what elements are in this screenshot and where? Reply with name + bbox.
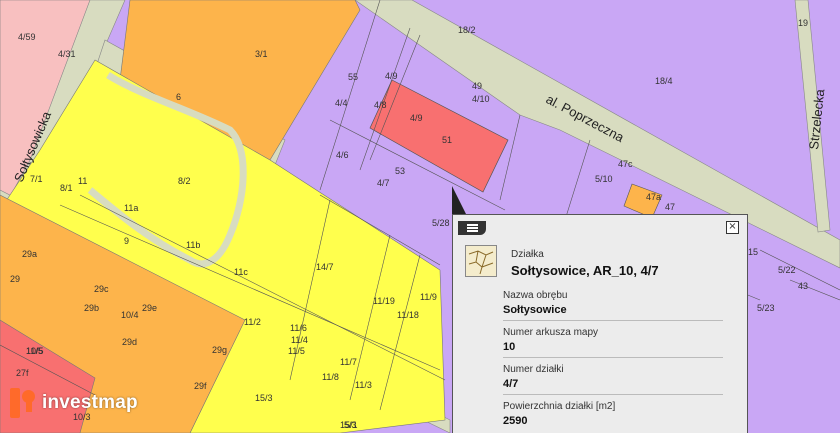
parcel-label: 43 [798,281,808,291]
parcel-map-icon [465,245,497,277]
parcel-label: 11/3 [355,380,372,390]
parcel-label: 8/2 [178,176,191,186]
parcel-label: 4/6 [336,150,349,160]
field-arkusz: Numer arkusza mapy 10 [503,321,723,358]
parcel-label: 11/6 [290,323,307,333]
logo-text: investmap [42,392,138,413]
field-label: Numer działki [503,364,564,375]
popup-header: × [453,215,747,239]
parcel-label: 5/10 [595,174,613,184]
popup-content[interactable]: Działka Sołtysowice, AR_10, 4/7 Nazwa ob… [453,239,747,433]
field-label: Powierzchnia działki [m2] [503,401,616,412]
parcel-label: 15/3 [255,393,273,403]
logo-icon [10,388,36,418]
parcel-label: 4/8 [374,100,387,110]
popup-title-block: Działka Sołtysowice, AR_10, 4/7 [453,239,747,284]
popup-title: Sołtysowice, AR_10, 4/7 [511,263,659,278]
field-value: 2590 [503,415,528,427]
parcel-info-popup: × Działka Sołtysowice, AR_10, 4/7 Nazwa … [452,214,748,433]
parcel-label: 4/59 [18,32,36,42]
parcel-label: 4/10 [472,94,490,104]
field-numer: Numer działki 4/7 [503,358,723,395]
parcel-label: 18/4 [655,76,673,86]
parcel-label: 4/9 [410,113,423,123]
parcel-label: 11/18 [397,310,419,320]
parcel-label: 19 [798,18,808,28]
field-powierzchnia: Powierzchnia działki [m2] 2590 [503,395,723,431]
parcel-label: 5/23 [757,303,775,313]
parcel-label: 47a [646,192,661,202]
field-value: 4/7 [503,378,519,390]
parcel-label: 5/3 [344,420,357,430]
field-value: 10 [503,341,516,353]
parcel-label: 11c [234,267,248,277]
parcel-label: 53 [395,166,405,176]
parcel-label: 29g [212,345,227,355]
parcel-label: 29e [142,303,157,313]
list-icon[interactable] [458,221,486,235]
parcel-label: 11/2 [244,317,261,327]
parcel-label: 18/2 [458,25,476,35]
parcel-label: 8/1 [60,183,73,193]
parcel-label: 29a [22,249,37,259]
parcel-label: 11/8 [322,372,339,382]
parcel-label: 3/1 [255,49,268,59]
parcel-label: 10/4 [121,310,139,320]
close-button[interactable]: × [726,221,739,234]
parcel-label: 15 [748,247,758,257]
parcel-label: 9 [124,236,129,246]
field-label: Nazwa obrębu [503,290,568,301]
parcel-label: 29d [122,337,137,347]
field-value: Sołtysowice [503,304,567,316]
parcel-label: 5/22 [778,265,796,275]
parcel-label: 11/9 [420,292,437,302]
field-obreb: Nazwa obrębu Sołtysowice [503,284,723,321]
parcel-label: 11/19 [373,296,395,306]
popup-pointer [452,186,466,214]
parcel-label: 4/7 [377,178,390,188]
parcel-label: 5/28 [432,218,450,228]
parcel-label: 29c [94,284,109,294]
parcel-label: 11/5 [288,346,305,356]
parcel-label: 11b [186,240,200,250]
parcel-label: 27f [16,368,29,378]
parcel-label: 29b [84,303,99,313]
parcel-label: 51 [442,135,452,145]
parcel-label: 4/9 [385,71,398,81]
parcel-label: 11 [78,176,87,186]
parcel-label: 29 [10,274,20,284]
parcel-label: 11/7 [340,357,357,367]
parcel-label: 11/4 [291,335,308,345]
parcel-label: 47 [665,202,675,212]
popup-kind: Działka [511,249,544,260]
parcel-label: 29f [194,381,207,391]
parcel-label: 4/31 [58,49,76,59]
parcel-label: 49 [472,81,482,91]
parcel-label: 47c [618,159,633,169]
parcel-label: 14/7 [316,262,334,272]
parcel-label: 4/4 [335,98,348,108]
field-label: Numer arkusza mapy [503,327,599,338]
parcel-label: 6 [176,92,181,102]
parcel-label: 11a [124,203,138,213]
parcel-label: 55 [348,72,358,82]
parcel-label: 7/1 [30,174,43,184]
investmap-logo[interactable]: investmap [10,388,138,418]
parcel-label: 10/5 [26,346,44,356]
